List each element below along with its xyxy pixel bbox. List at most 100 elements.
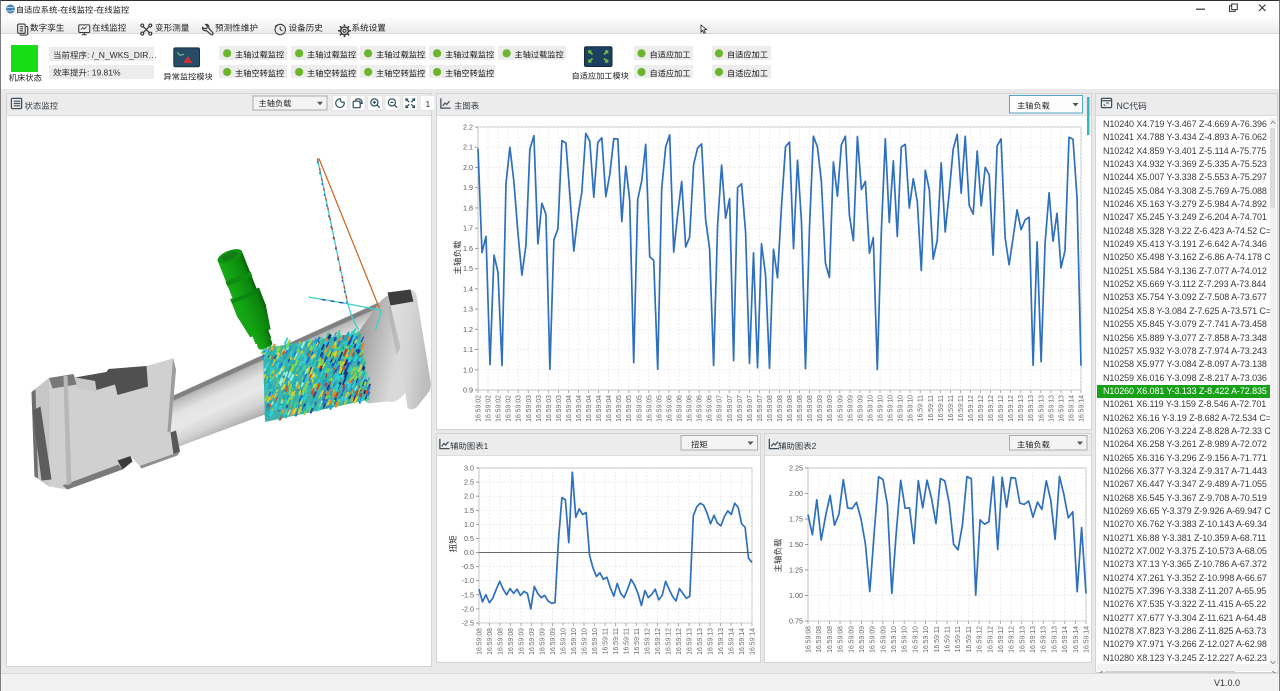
svg-text:16:59:13: 16:59:13 bbox=[686, 628, 693, 655]
svg-text:16:59:06: 16:59:06 bbox=[706, 395, 713, 422]
svg-text:16:59:03: 16:59:03 bbox=[555, 395, 562, 422]
svg-text:16:59:14: 16:59:14 bbox=[1062, 626, 1069, 653]
svg-text:1.50: 1.50 bbox=[789, 540, 803, 549]
svg-text:16:59:09: 16:59:09 bbox=[847, 395, 854, 422]
svg-text:16:59:04: 16:59:04 bbox=[576, 395, 583, 422]
svg-text:16:59:05: 16:59:05 bbox=[636, 395, 643, 422]
svg-text:16:59:06: 16:59:06 bbox=[686, 395, 693, 422]
svg-text:16:59:10: 16:59:10 bbox=[901, 626, 908, 653]
svg-text:16:59:11: 16:59:11 bbox=[613, 628, 620, 654]
svg-text:1.8: 1.8 bbox=[463, 203, 473, 212]
svg-text:16:59:06: 16:59:06 bbox=[666, 395, 673, 422]
svg-text:16:59:08: 16:59:08 bbox=[766, 395, 773, 422]
svg-text:16:59:07: 16:59:07 bbox=[726, 395, 733, 422]
svg-text:16:59:04: 16:59:04 bbox=[565, 395, 572, 422]
svg-text:-2.0: -2.0 bbox=[461, 604, 473, 613]
svg-text:16:59:03: 16:59:03 bbox=[545, 395, 552, 422]
svg-text:16:59:10: 16:59:10 bbox=[907, 395, 914, 422]
svg-text:16:59:03: 16:59:03 bbox=[515, 395, 522, 422]
svg-text:16:59:09: 16:59:09 bbox=[827, 395, 834, 422]
svg-text:16:59:11: 16:59:11 bbox=[957, 395, 964, 421]
svg-text:16:59:12: 16:59:12 bbox=[1008, 395, 1015, 422]
svg-text:16:59:05: 16:59:05 bbox=[626, 395, 633, 422]
svg-text:16:59:11: 16:59:11 bbox=[602, 628, 609, 654]
svg-text:16:59:08: 16:59:08 bbox=[807, 395, 814, 422]
svg-text:16:59:09: 16:59:09 bbox=[550, 628, 557, 655]
svg-text:16:59:08: 16:59:08 bbox=[826, 626, 833, 653]
svg-text:0.9: 0.9 bbox=[463, 386, 473, 395]
svg-text:16:59:12: 16:59:12 bbox=[998, 626, 1005, 653]
svg-text:16:59:14: 16:59:14 bbox=[739, 628, 746, 655]
svg-text:16:59:10: 16:59:10 bbox=[592, 628, 599, 655]
svg-text:0.75: 0.75 bbox=[789, 617, 803, 626]
svg-text:2.2: 2.2 bbox=[463, 123, 473, 132]
svg-text:16:59:14: 16:59:14 bbox=[1083, 626, 1090, 653]
svg-text:16:59:10: 16:59:10 bbox=[897, 395, 904, 422]
svg-text:1.0: 1.0 bbox=[463, 365, 473, 374]
svg-text:-2.5: -2.5 bbox=[461, 619, 473, 628]
svg-text:16:59:14: 16:59:14 bbox=[749, 628, 756, 655]
svg-text:16:59:12: 16:59:12 bbox=[988, 395, 995, 422]
svg-text:-1.0: -1.0 bbox=[461, 576, 473, 585]
svg-text:0.0: 0.0 bbox=[464, 548, 474, 557]
svg-text:16:59:10: 16:59:10 bbox=[581, 628, 588, 655]
svg-text:16:59:08: 16:59:08 bbox=[805, 626, 812, 653]
svg-text:16:59:13: 16:59:13 bbox=[707, 628, 714, 655]
svg-text:1.6: 1.6 bbox=[463, 244, 473, 253]
svg-text:2.5: 2.5 bbox=[464, 478, 474, 487]
svg-text:16:59:10: 16:59:10 bbox=[912, 626, 919, 653]
svg-text:16:59:13: 16:59:13 bbox=[1058, 395, 1065, 422]
svg-text:16:59:03: 16:59:03 bbox=[525, 395, 532, 422]
svg-text:16:59:11: 16:59:11 bbox=[937, 395, 944, 421]
svg-text:16:59:08: 16:59:08 bbox=[508, 628, 515, 655]
svg-text:16:59:13: 16:59:13 bbox=[1051, 626, 1058, 653]
svg-text:1.75: 1.75 bbox=[789, 515, 803, 524]
svg-text:16:59:09: 16:59:09 bbox=[848, 626, 855, 653]
svg-text:16:59:11: 16:59:11 bbox=[933, 626, 940, 652]
svg-text:1.00: 1.00 bbox=[789, 591, 803, 600]
svg-text:16:59:08: 16:59:08 bbox=[797, 395, 804, 422]
svg-text:16:59:12: 16:59:12 bbox=[987, 626, 994, 653]
svg-text:16:59:09: 16:59:09 bbox=[518, 628, 525, 655]
svg-text:16:59:04: 16:59:04 bbox=[596, 395, 603, 422]
svg-text:16:59:06: 16:59:06 bbox=[696, 395, 703, 422]
svg-text:16:59:13: 16:59:13 bbox=[1048, 395, 1055, 422]
svg-text:16:59:10: 16:59:10 bbox=[877, 395, 884, 422]
svg-text:16:59:11: 16:59:11 bbox=[623, 628, 630, 654]
svg-text:-1.5: -1.5 bbox=[461, 590, 473, 599]
svg-text:16:59:09: 16:59:09 bbox=[869, 626, 876, 653]
svg-text:16:59:08: 16:59:08 bbox=[777, 395, 784, 422]
svg-text:16:59:13: 16:59:13 bbox=[1030, 626, 1037, 653]
svg-text:16:59:02: 16:59:02 bbox=[485, 395, 492, 422]
svg-text:1.0: 1.0 bbox=[464, 520, 474, 529]
svg-text:16:59:13: 16:59:13 bbox=[1040, 626, 1047, 653]
svg-text:16:59:11: 16:59:11 bbox=[947, 395, 954, 421]
svg-text:16:59:12: 16:59:12 bbox=[968, 395, 975, 422]
svg-text:16:59:14: 16:59:14 bbox=[728, 628, 735, 655]
svg-text:-0.5: -0.5 bbox=[461, 562, 473, 571]
svg-text:16:59:02: 16:59:02 bbox=[505, 395, 512, 422]
svg-text:16:59:11: 16:59:11 bbox=[927, 395, 934, 421]
svg-text:16:59:08: 16:59:08 bbox=[497, 628, 504, 655]
svg-text:1.1: 1.1 bbox=[463, 345, 473, 354]
svg-text:16:59:14: 16:59:14 bbox=[1072, 626, 1079, 653]
svg-text:16:59:12: 16:59:12 bbox=[655, 628, 662, 655]
svg-text:0.5: 0.5 bbox=[464, 534, 474, 543]
svg-text:16:59:09: 16:59:09 bbox=[880, 626, 887, 653]
svg-text:1.25: 1.25 bbox=[789, 566, 803, 575]
svg-text:16:59:13: 16:59:13 bbox=[697, 628, 704, 655]
svg-text:2.25: 2.25 bbox=[789, 464, 803, 473]
svg-text:16:59:09: 16:59:09 bbox=[817, 395, 824, 422]
svg-text:16:59:07: 16:59:07 bbox=[716, 395, 723, 422]
svg-text:16:59:13: 16:59:13 bbox=[1018, 395, 1025, 422]
svg-text:16:59:07: 16:59:07 bbox=[756, 395, 763, 422]
svg-text:16:59:10: 16:59:10 bbox=[867, 395, 874, 422]
svg-text:1.7: 1.7 bbox=[463, 224, 473, 233]
svg-text:16:59:02: 16:59:02 bbox=[495, 395, 502, 422]
svg-text:16:59:14: 16:59:14 bbox=[1068, 395, 1075, 422]
svg-text:16:59:05: 16:59:05 bbox=[646, 395, 653, 422]
svg-text:16:59:02: 16:59:02 bbox=[475, 395, 482, 422]
svg-text:16:59:10: 16:59:10 bbox=[887, 395, 894, 422]
svg-text:16:59:13: 16:59:13 bbox=[1019, 626, 1026, 653]
svg-text:16:59:10: 16:59:10 bbox=[571, 628, 578, 655]
